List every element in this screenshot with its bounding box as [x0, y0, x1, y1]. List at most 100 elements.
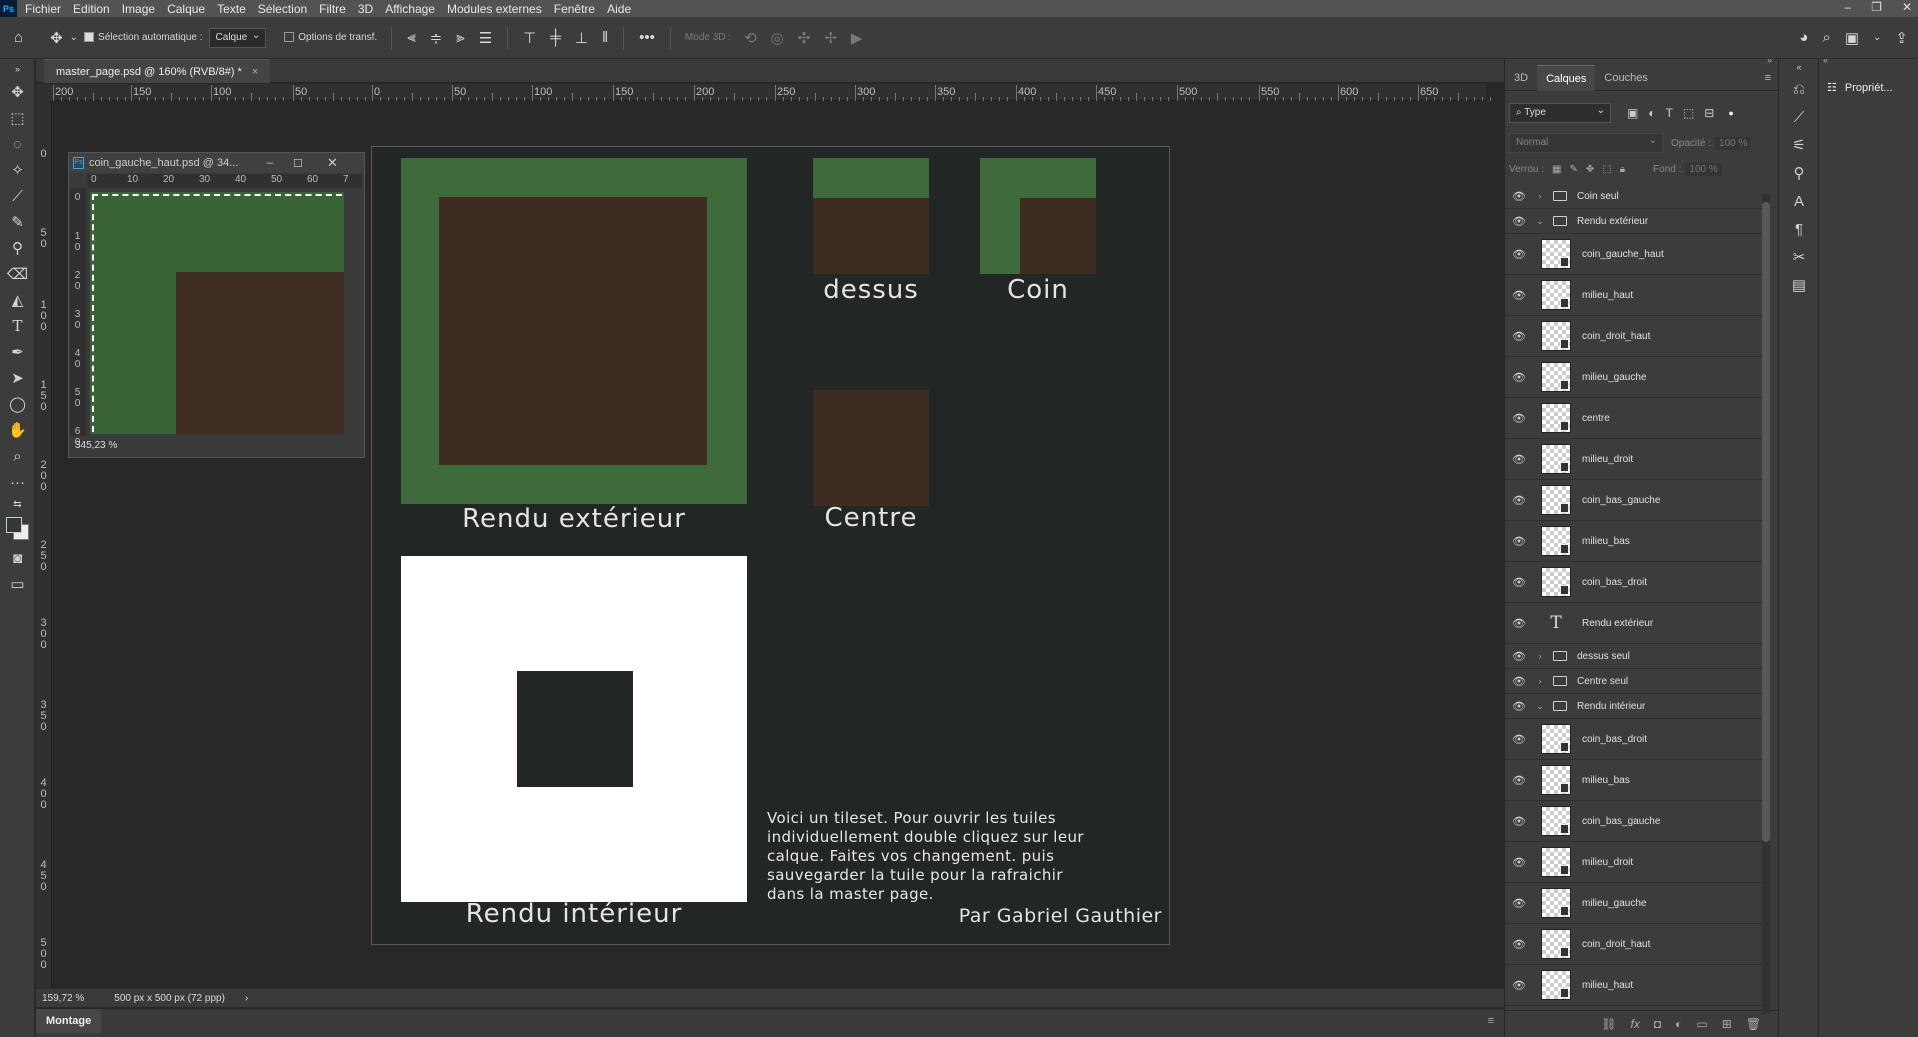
visibility-eye-icon[interactable]: 👁︎ [1505, 576, 1533, 589]
text-tool-icon[interactable]: T [0, 313, 35, 339]
layer-row[interactable]: 👁︎ milieu_droit [1505, 439, 1763, 480]
brush-tool-icon[interactable]: ✎ [0, 209, 35, 235]
menu-item[interactable]: Edition [73, 2, 110, 16]
character-icon[interactable]: A [1779, 187, 1819, 215]
link-layers-icon[interactable]: ⛓︎ [1601, 1017, 1616, 1031]
layer-row[interactable]: 👁︎ coin_bas_gauche [1505, 801, 1763, 842]
new-group-icon[interactable]: ▭ [1696, 1017, 1707, 1031]
color-swatches[interactable] [0, 513, 35, 545]
layer-group-row[interactable]: 👁︎ › Coin seul [1505, 184, 1763, 209]
menu-item[interactable]: Modules externes [447, 2, 542, 16]
collapse-icon[interactable]: » [0, 59, 35, 79]
minimize-icon[interactable]: – [267, 157, 273, 169]
distribute-icon[interactable]: ☰ [479, 29, 492, 47]
swap-colors-icon[interactable]: ⇆ [0, 495, 35, 513]
filter-pixel-icon[interactable]: ▣ [1627, 106, 1638, 120]
paint-bucket-tool-icon[interactable]: ◭ [0, 287, 35, 313]
layer-row[interactable]: 👁︎ coin_bas_droit [1505, 719, 1763, 760]
chevron-right-icon[interactable]: › [1533, 191, 1547, 201]
zoom-tool-icon[interactable]: ⌕ [0, 443, 35, 469]
collapse-icon[interactable]: « [1779, 59, 1819, 75]
menu-item[interactable]: Calque [167, 2, 205, 16]
auto-select-checkbox[interactable]: Sélection automatique : [84, 32, 203, 43]
close-icon[interactable]: ✕ [327, 155, 338, 171]
visibility-eye-icon[interactable]: 👁︎ [1505, 856, 1533, 869]
lock-transparent-icon[interactable]: ▦ [1552, 164, 1561, 175]
lasso-tool-icon[interactable]: ◌ [0, 131, 35, 157]
menu-item[interactable]: Filtre [319, 2, 346, 16]
move-tool-icon[interactable]: ✥ [0, 79, 35, 105]
visibility-eye-icon[interactable]: 👁︎ [1505, 675, 1533, 688]
layer-row[interactable]: 👁︎ milieu_bas [1505, 760, 1763, 801]
lock-image-icon[interactable]: ✎ [1569, 164, 1577, 175]
chevron-right-icon[interactable]: › [1533, 676, 1547, 686]
visibility-eye-icon[interactable]: 👁︎ [1505, 700, 1533, 713]
transform-options-checkbox[interactable]: Options de transf. [284, 32, 377, 43]
lock-all-icon[interactable]: 🔒︎ [1620, 164, 1625, 175]
collapse-icon[interactable]: « [1823, 55, 1828, 65]
scale-3d-icon[interactable]: ▶ [851, 29, 863, 47]
auto-select-target-select[interactable]: Calque [208, 27, 267, 48]
visibility-eye-icon[interactable]: 👁︎ [1505, 774, 1533, 787]
visibility-eye-icon[interactable]: 👁︎ [1505, 215, 1533, 228]
new-layer-icon[interactable]: ⊞ [1722, 1017, 1732, 1031]
restore-icon[interactable]: ❐ [1871, 0, 1882, 14]
layer-row[interactable]: 👁︎ milieu_gauche [1505, 883, 1763, 924]
layer-row[interactable]: 👁︎ milieu_droit [1505, 842, 1763, 883]
blend-mode-select[interactable]: Normal [1509, 132, 1663, 153]
close-tab-icon[interactable]: × [252, 66, 258, 78]
home-icon[interactable]: ⌂ [14, 29, 23, 46]
pan-3d-icon[interactable]: ✣ [798, 29, 811, 47]
layer-row[interactable]: 👁︎ coin_droit_haut [1505, 316, 1763, 357]
add-mask-icon[interactable]: ◘ [1654, 1017, 1661, 1031]
visibility-eye-icon[interactable]: 👁︎ [1505, 412, 1533, 425]
layer-style-icon[interactable]: fx [1631, 1017, 1640, 1031]
hand-tool-icon[interactable]: ✋ [0, 417, 35, 443]
visibility-eye-icon[interactable]: 👁︎ [1505, 979, 1533, 992]
layer-row[interactable]: 👁︎ milieu_haut [1505, 965, 1763, 1006]
marquee-tool-icon[interactable]: ⬚ [0, 105, 35, 131]
tool-presets-icon[interactable]: ✂ [1779, 243, 1819, 271]
menu-item[interactable]: 3D [358, 2, 373, 16]
tab-channels[interactable]: Couches [1595, 65, 1656, 91]
floating-window-titlebar[interactable]: Ps coin_gauche_haut.psd @ 34... – ☐ ✕ [69, 153, 364, 173]
share-person-icon[interactable]: ◕ [1799, 29, 1808, 46]
align-top-icon[interactable]: ⊤ [523, 29, 536, 47]
layer-row[interactable]: 👁︎ coin_gauche_haut [1505, 234, 1763, 275]
maximize-icon[interactable]: ☐ [293, 157, 303, 170]
visibility-eye-icon[interactable]: 👁︎ [1505, 815, 1533, 828]
slide-3d-icon[interactable]: ✢ [824, 29, 837, 47]
eraser-tool-icon[interactable]: ⌫ [0, 261, 35, 287]
more-tools-icon[interactable]: ··· [0, 469, 35, 495]
visibility-eye-icon[interactable]: 👁︎ [1505, 617, 1533, 630]
menu-item[interactable]: Texte [217, 2, 246, 16]
properties-button[interactable]: ☷ Propriét... [1827, 81, 1893, 95]
status-arrow-icon[interactable]: › [245, 993, 248, 1004]
layer-group-row[interactable]: 👁︎ ⌄ Rendu extérieur [1505, 209, 1763, 234]
clone-source-icon[interactable]: ⚲ [1779, 159, 1819, 187]
share-icon[interactable]: ⇪ [1895, 29, 1908, 47]
visibility-eye-icon[interactable]: 👁︎ [1505, 289, 1533, 302]
visibility-eye-icon[interactable]: 👁︎ [1505, 897, 1533, 910]
notes-icon[interactable]: ▤ [1779, 271, 1819, 299]
timeline-tab[interactable]: Montage [36, 1009, 102, 1033]
tab-layers[interactable]: Calques [1537, 64, 1596, 91]
layer-row[interactable]: 👁︎ milieu_gauche [1505, 357, 1763, 398]
panel-menu-icon[interactable]: ≡ [1765, 72, 1771, 84]
visibility-eye-icon[interactable]: 👁︎ [1505, 535, 1533, 548]
adjustment-layer-icon[interactable]: ◐ [1675, 1017, 1682, 1031]
visibility-eye-icon[interactable]: 👁︎ [1505, 371, 1533, 384]
layer-row[interactable]: 👁︎ coin_droit_haut [1505, 924, 1763, 965]
brush-settings-icon[interactable]: ⟋ [1779, 103, 1819, 131]
chevron-down-icon[interactable]: ⌄ [1533, 701, 1547, 712]
lock-position-icon[interactable]: ✥ [1586, 164, 1594, 175]
chevron-right-icon[interactable]: › [1533, 651, 1547, 661]
tab-3d[interactable]: 3D [1505, 65, 1537, 91]
layer-group-row[interactable]: 👁︎ › Centre seul [1505, 669, 1763, 694]
eyedropper-tool-icon[interactable]: ⟋ [0, 183, 35, 209]
align-right-icon[interactable]: ⫸ [456, 29, 464, 46]
ellipse-tool-icon[interactable]: ◯ [0, 391, 35, 417]
layer-row[interactable]: 👁︎ coin_bas_gauche [1505, 480, 1763, 521]
visibility-eye-icon[interactable]: 👁︎ [1505, 494, 1533, 507]
orbit-3d-icon[interactable]: ⟲ [744, 29, 757, 47]
